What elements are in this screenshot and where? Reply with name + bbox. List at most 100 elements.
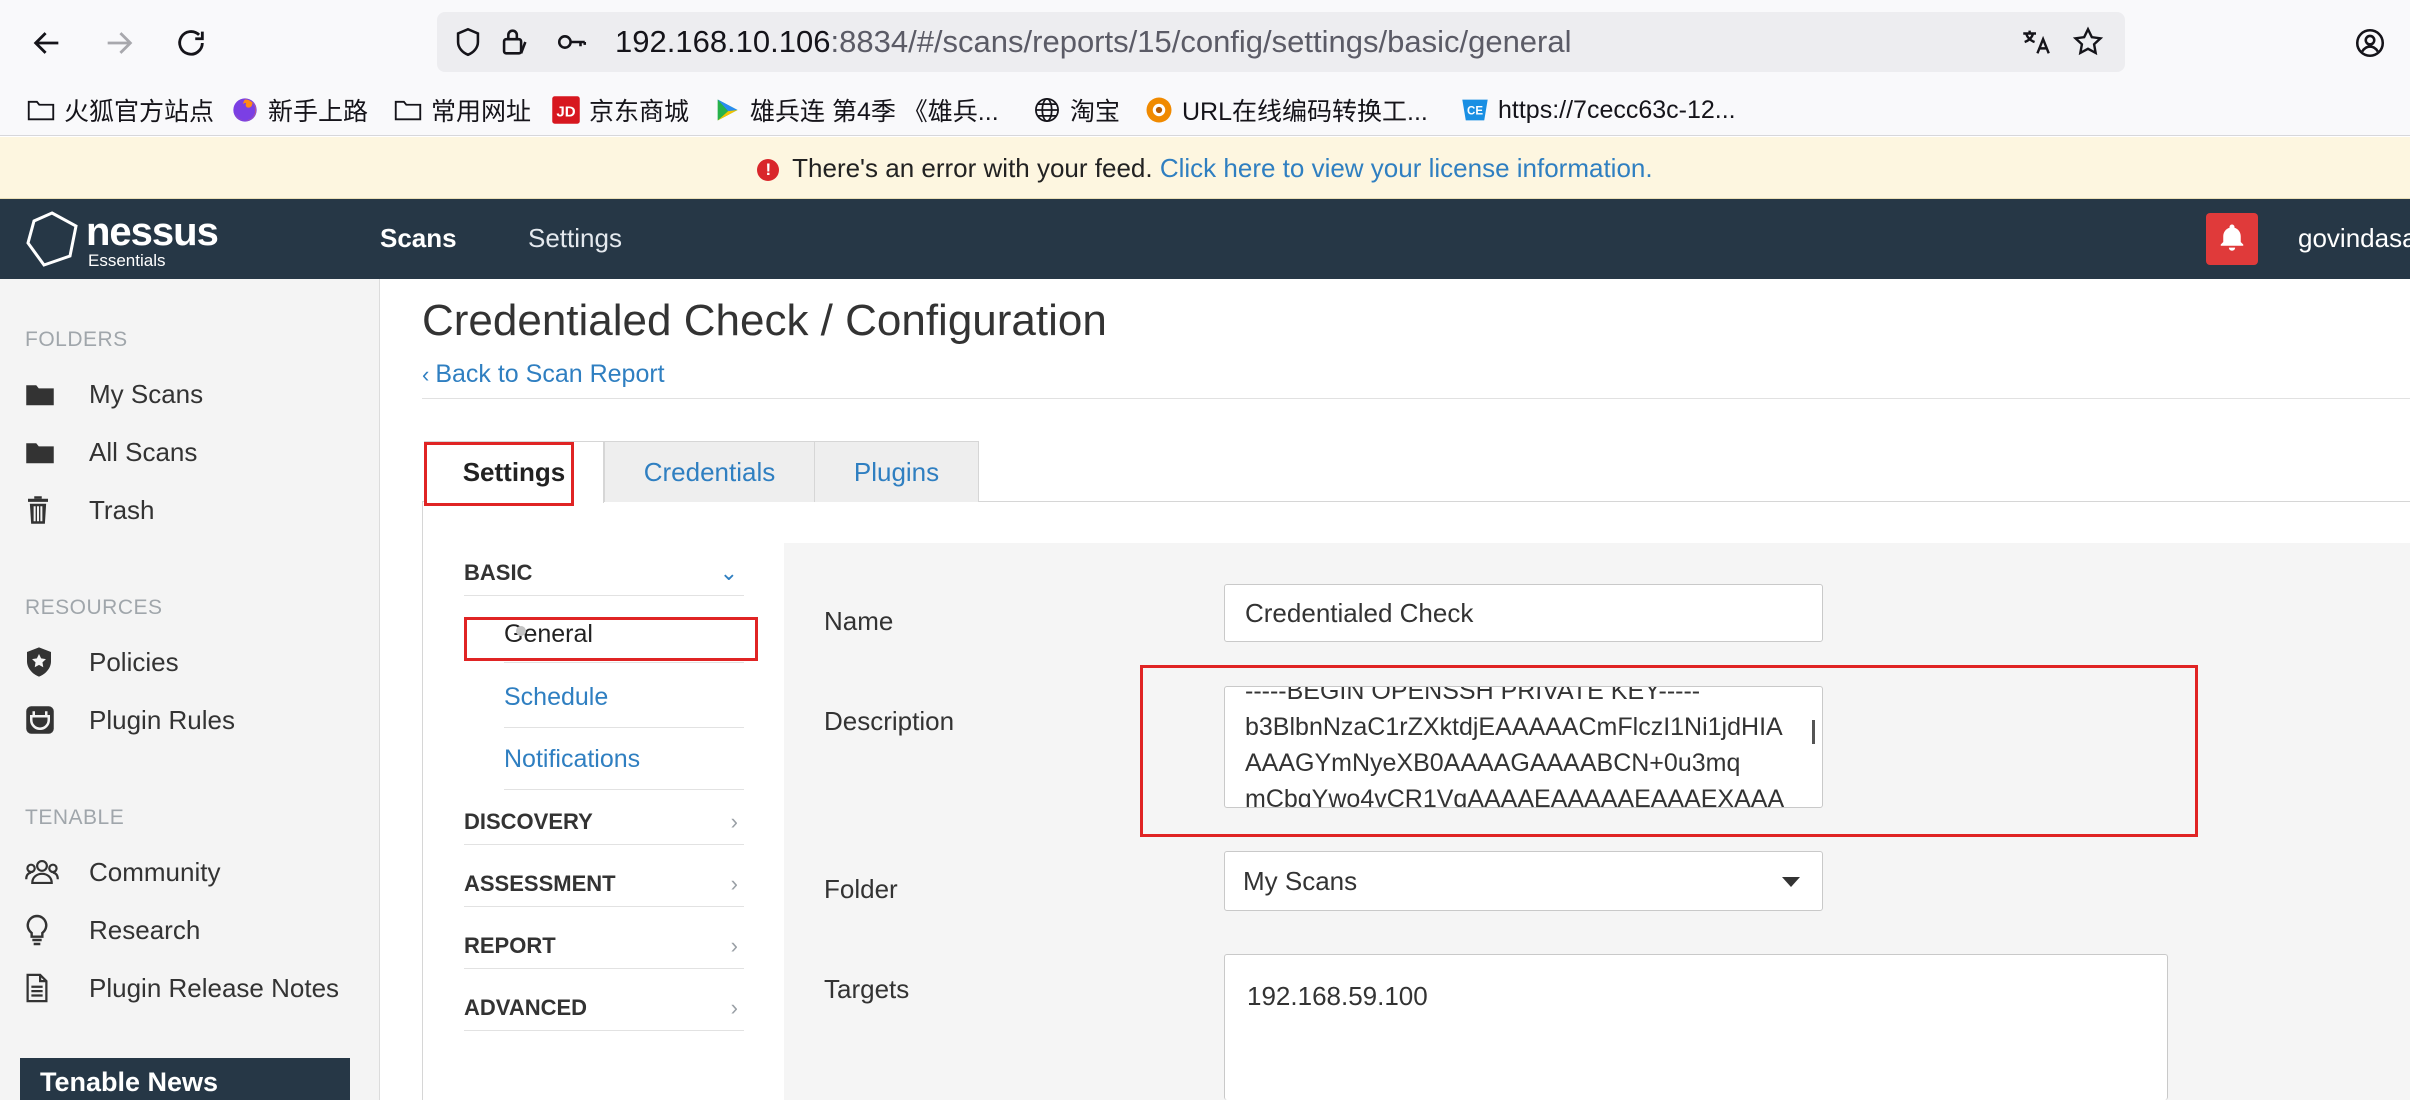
sidebar-item-policies[interactable]: Policies — [25, 642, 179, 682]
svg-text:CE: CE — [1467, 106, 1483, 118]
subnav-schedule[interactable]: Schedule — [504, 668, 744, 728]
bookmark-item[interactable]: 常用网址 — [393, 90, 531, 130]
section-assessment[interactable]: ASSESSMENT › — [464, 861, 744, 907]
section-label: REPORT — [464, 932, 556, 958]
section-discovery[interactable]: DISCOVERY › — [464, 799, 744, 845]
sidebar-item-my-scans[interactable]: My Scans — [25, 374, 203, 414]
firefox-icon — [230, 95, 260, 125]
banner-text: There's an error with your feed. — [792, 153, 1153, 183]
license-info-link[interactable]: Click here to view your license informat… — [1160, 153, 1653, 183]
shield-star-icon — [25, 644, 65, 680]
bookmark-label: 火狐官方站点 — [64, 98, 215, 126]
translate-icon[interactable] — [2019, 25, 2053, 59]
bookmark-item[interactable]: CE https://7cecc63c-12... — [1460, 90, 1736, 130]
sidebar-item-plugin-release-notes[interactable]: Plugin Release Notes — [25, 968, 339, 1008]
subnav-notifications[interactable]: Notifications — [504, 730, 744, 790]
description-label: Description — [824, 706, 955, 736]
feed-error-banner: ! There's an error with your feed. Click… — [0, 137, 2410, 199]
shield-icon[interactable] — [451, 25, 485, 59]
reload-icon[interactable] — [166, 18, 216, 68]
sidebar-item-plugin-rules[interactable]: Plugin Rules — [25, 700, 235, 740]
tab-credentials[interactable]: Credentials — [604, 441, 815, 502]
sidebar-item-label: Policies — [89, 646, 179, 677]
subnav-label: Schedule — [504, 683, 609, 711]
bookmark-label: 新手上路 — [268, 98, 369, 126]
bookmark-label: 雄兵连 第4季 《雄兵... — [750, 98, 999, 126]
tab-plugins[interactable]: Plugins — [814, 441, 979, 502]
lock-warning-icon[interactable] — [497, 25, 531, 59]
nav-scans[interactable]: Scans — [380, 223, 457, 254]
section-report[interactable]: REPORT › — [464, 923, 744, 969]
back-arrow-icon[interactable] — [22, 18, 72, 68]
subnav-label: Notifications — [504, 745, 641, 773]
notifications-button[interactable] — [2206, 213, 2258, 265]
nav-settings[interactable]: Settings — [528, 223, 622, 254]
play-icon — [712, 95, 742, 125]
folder-label: Folder — [824, 874, 898, 904]
sidebar-item-research[interactable]: Research — [25, 910, 200, 950]
section-label: BASIC — [464, 559, 533, 585]
account-icon[interactable] — [2345, 18, 2395, 68]
svg-text:JD: JD — [556, 103, 575, 120]
divider — [422, 398, 2410, 399]
back-link-label: Back to Scan Report — [435, 360, 665, 388]
lightbulb-icon — [25, 912, 65, 948]
bookmark-label: 淘宝 — [1070, 98, 1121, 126]
chevron-right-icon: › — [730, 870, 738, 896]
sidebar-item-label: Trash — [89, 494, 155, 525]
url-host: 192.168.10.106 — [615, 24, 831, 59]
bookmark-item[interactable]: 雄兵连 第4季 《雄兵... — [712, 90, 999, 130]
targets-textarea[interactable]: 192.168.59.100 — [1224, 954, 2168, 1100]
caret-down-icon[interactable] — [1782, 877, 1800, 887]
forward-arrow-icon[interactable] — [94, 18, 144, 68]
sidebar-item-label: Plugin Release Notes — [89, 972, 340, 1003]
bookmark-item[interactable]: 新手上路 — [230, 90, 368, 130]
folder-icon — [26, 95, 56, 125]
user-menu[interactable]: govindasa — [2298, 223, 2410, 254]
bookmark-label: URL在线编码转换工... — [1182, 98, 1428, 126]
tab-label: Plugins — [853, 456, 940, 487]
url-text[interactable]: 192.168.10.106:8834/#/scans/reports/15/c… — [615, 24, 1572, 60]
logo-subtitle: Essentials — [88, 251, 166, 270]
browser-toolbar: 192.168.10.106:8834/#/scans/reports/15/c… — [0, 0, 2410, 84]
folder-icon — [25, 376, 65, 412]
highlight-box-settings-tab — [424, 442, 574, 506]
sidebar-heading-tenable: TENABLE — [25, 806, 125, 829]
bookmark-star-icon[interactable] — [2071, 25, 2105, 59]
url-bar[interactable]: 192.168.10.106:8834/#/scans/reports/15/c… — [437, 12, 2125, 72]
sidebar-item-label: My Scans — [89, 378, 204, 409]
tenable-news-header[interactable]: Tenable News — [20, 1058, 350, 1100]
sidebar-item-label: All Scans — [89, 436, 198, 467]
back-to-scan-report-link[interactable]: ‹ Back to Scan Report — [422, 360, 665, 389]
logo-text[interactable]: nessus — [86, 212, 219, 252]
bookmark-label: 京东商城 — [589, 98, 690, 126]
bookmark-item[interactable]: 火狐官方站点 — [26, 90, 214, 130]
key-icon[interactable] — [555, 25, 589, 59]
trash-icon — [25, 492, 65, 528]
sidebar-item-all-scans[interactable]: All Scans — [25, 432, 197, 472]
page-title: Credentialed Check / Configuration — [422, 296, 1107, 345]
bookmark-item[interactable]: 淘宝 — [1032, 90, 1120, 130]
name-input[interactable]: Credentialed Check — [1224, 584, 1823, 642]
folder-icon — [25, 434, 65, 470]
highlight-box-description — [1140, 665, 2198, 837]
gear-logo-icon — [1144, 95, 1174, 125]
ce-icon: CE — [1460, 95, 1490, 125]
error-icon: ! — [757, 159, 780, 181]
sidebar-item-trash[interactable]: Trash — [25, 490, 155, 530]
nessus-logo-icon[interactable] — [22, 209, 82, 274]
folder-icon — [393, 95, 423, 125]
jd-icon: JD — [551, 95, 581, 125]
globe-icon — [1032, 95, 1062, 125]
sidebar-item-community[interactable]: Community — [25, 852, 220, 892]
bookmark-label: https://7cecc63c-12... — [1498, 95, 1736, 124]
bookmark-item[interactable]: JD 京东商城 — [551, 90, 689, 130]
section-basic[interactable]: BASIC ⌄ — [464, 550, 744, 596]
bookmarks-bar: 火狐官方站点 新手上路 常用网址 JD 京东商城 雄兵连 第4季 《雄兵... … — [0, 84, 2410, 136]
sidebar-heading-folders: FOLDERS — [25, 328, 128, 351]
bookmark-item[interactable]: URL在线编码转换工... — [1144, 90, 1428, 130]
section-label: DISCOVERY — [464, 808, 593, 834]
section-advanced[interactable]: ADVANCED › — [464, 985, 744, 1031]
folder-select[interactable]: My Scans — [1224, 851, 1823, 911]
bookmark-label: 常用网址 — [431, 98, 532, 126]
